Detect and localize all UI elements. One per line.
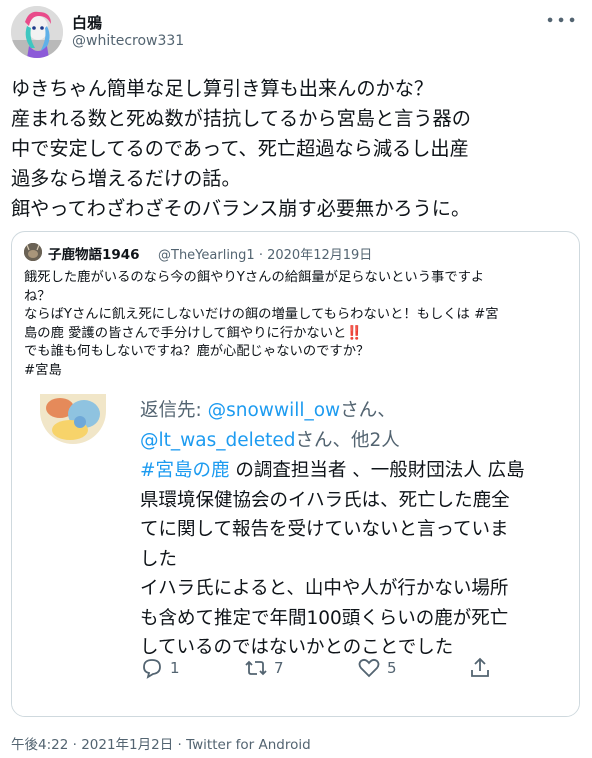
media-text-line: てに関して報告を受けていないと言っていま — [140, 519, 509, 540]
media-text-line: の調査担当者 、一般財団法人 広島 — [229, 460, 525, 481]
author-avatar[interactable] — [11, 6, 63, 58]
quoted-author-meta: @TheYearling1 · 2020年12月19日 — [158, 244, 372, 263]
media-text-line: も含めて推定で年間100頭くらいの鹿が死亡 — [140, 607, 509, 629]
quoted-date[interactable]: 2020年12月19日 — [267, 248, 372, 263]
reply-icon — [143, 659, 161, 679]
reply-prefix: 返信先: — [140, 400, 208, 421]
reply-suffix: さん、他2人 — [295, 430, 400, 451]
tweet-text-line: 過多なら増えるだけの話。 — [11, 167, 241, 190]
quoted-author-name[interactable]: 子鹿物語1946 — [48, 243, 140, 263]
quoted-text-line: でも誰も何もしないですね？鹿が心配じゃないのですか？ — [24, 344, 370, 359]
footer-separator: · — [173, 737, 187, 753]
quoted-media-screenshot[interactable]: 返信先: @snowwill_owさん、 @lt_was_deletedさん、他… — [12, 390, 579, 716]
quoted-tweet-text: 餓死した鹿がいるのなら今の餌やりYさんの給餌量が足らないという事ですよ ね？ な… — [24, 269, 572, 380]
share-icon — [471, 657, 489, 677]
quoted-author-avatar[interactable] — [24, 243, 42, 261]
media-tweet-text: #宮島の鹿 の調査担当者 、一般財団法人 広島 県環境保健協会のイハラ氏は、死亡… — [140, 456, 570, 663]
heart-icon — [358, 658, 380, 678]
meta-separator: · — [258, 248, 263, 263]
media-avatar — [40, 394, 106, 444]
tweet-text-line: ゆきちゃん簡単な足し算引き算も出来んのかな？ — [11, 77, 434, 100]
media-text-line: イハラ氏によると、山中や人が行かない場所 — [140, 578, 509, 599]
media-like-action: 5 — [357, 654, 397, 682]
tweet-time[interactable]: 午後4:22 — [11, 737, 68, 753]
tweet-timestamp: 午後4:22 · 2021年1月2日 · Twitter for Android — [11, 733, 311, 753]
media-retweet-action: 7 — [244, 654, 284, 682]
quoted-author-handle[interactable]: @TheYearling1 — [158, 248, 255, 263]
footer-separator: · — [68, 737, 82, 753]
tweet-source[interactable]: Twitter for Android — [186, 737, 311, 753]
retweet-icon — [245, 660, 267, 676]
quoted-tweet[interactable]: 子鹿物語1946 @TheYearling1 · 2020年12月19日 餓死し… — [11, 231, 580, 717]
quoted-text-line: #宮島 — [24, 362, 62, 378]
retweet-count: 7 — [274, 659, 284, 677]
media-text-line: 県環境保健協会のイハラ氏は、死亡した鹿全 — [140, 489, 510, 511]
more-options-icon[interactable]: ∙∙∙ — [545, 10, 578, 29]
quoted-text-line: 餓死した鹿がいるのなら今の餌やりYさんの給餌量が足らないという事ですよ — [24, 270, 485, 285]
quoted-text-line: ね？ — [24, 288, 51, 304]
media-hashtag: #宮島の鹿 — [140, 460, 230, 481]
tweet-header: 白鴉 @whitecrow331 ∙∙∙ — [0, 0, 592, 66]
quoted-text-line: 島の鹿 愛護の皆さんで手分けして餌やりに行かないと‼️ — [24, 325, 363, 341]
media-reply-action: 1 — [140, 654, 180, 682]
reply-count: 1 — [170, 659, 180, 677]
media-action-bar: 1 7 5 — [12, 648, 579, 688]
reply-user-link: @lt_was_deleted — [140, 430, 296, 451]
quoted-text-line: ならばYさんに飢え死にしないだけの餌の増量してもらわないと！もしくは #宮 — [24, 307, 499, 322]
tweet-text: ゆきちゃん簡単な足し算引き算も出来んのかな？ 産まれる数と死ぬ数が拮抗してるから… — [11, 74, 585, 224]
tweet-text-line: 餌やってわざわざそのバランス崩す必要無かろうに。 — [11, 197, 471, 220]
tweet-text-line: 産まれる数と死ぬ数が拮抗してるから宮島と言う器の — [11, 107, 471, 130]
media-reply-context: 返信先: @snowwill_owさん、 @lt_was_deletedさん、他… — [140, 396, 400, 456]
reply-mid: さん、 — [340, 400, 396, 421]
media-share-action — [468, 654, 492, 682]
reply-user-link: @snowwill_ow — [207, 400, 341, 421]
author-handle[interactable]: @whitecrow331 — [72, 33, 184, 49]
author-display-name[interactable]: 白鴉 — [72, 12, 102, 33]
media-text-line: した — [140, 548, 178, 570]
tweet-date[interactable]: 2021年1月2日 — [81, 737, 173, 753]
tweet-text-line: 中で安定してるのであって、死亡超過なら減るし出産 — [11, 137, 469, 160]
like-count: 5 — [387, 659, 397, 677]
